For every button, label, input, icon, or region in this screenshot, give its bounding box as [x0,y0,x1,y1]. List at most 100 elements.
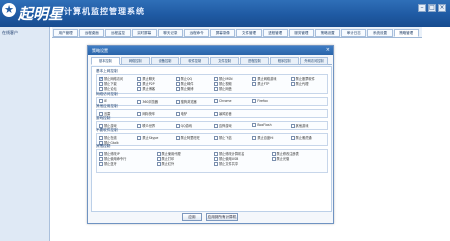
checkbox[interactable] [252,99,257,103]
sidebar-item-online[interactable]: 在线客户 [2,30,18,36]
checkbox[interactable] [137,123,142,128]
checkbox[interactable] [99,151,103,156]
dialog-tab-2[interactable]: 设备控制 [150,57,180,65]
tab-3[interactable]: 实时屏幕 [131,29,157,37]
checkbox-option[interactable]: 禁止网盘 [214,86,232,91]
tab-7[interactable]: 文件管理 [236,29,262,37]
checkbox[interactable] [99,156,103,161]
checkbox[interactable] [214,151,218,156]
apply-button[interactable]: 应用 [182,213,202,221]
checkbox-option[interactable]: 禁止博客 [137,86,155,91]
checkbox-option[interactable]: 联众世界 [137,123,155,128]
checkbox-option[interactable]: 禁止红外 [156,161,174,166]
checkbox[interactable] [99,99,103,103]
checkbox[interactable] [99,123,103,128]
checkbox[interactable] [214,81,218,86]
checkbox-option[interactable]: 暴风影音 [214,111,232,116]
checkbox[interactable] [214,111,218,116]
tab-10[interactable]: 策略设置 [315,29,341,37]
apply-all-button[interactable]: 应用到所有计算机 [206,213,238,221]
dialog-tab-7[interactable]: 外网访问控制 [299,57,329,65]
checkbox[interactable] [214,76,218,81]
dialog-tab-6[interactable]: 程序控制 [269,57,299,65]
checkbox-option[interactable]: IE [99,99,107,103]
checkbox[interactable] [99,111,103,116]
checkbox[interactable] [214,161,218,166]
checkbox-option[interactable]: 网际快车 [137,111,155,116]
tab-9[interactable]: 服务管理 [288,29,314,37]
checkbox[interactable] [214,99,218,103]
checkbox[interactable] [137,135,142,140]
checkbox[interactable] [290,123,295,128]
checkbox[interactable] [175,76,180,81]
checkbox[interactable] [252,135,257,140]
checkbox-option[interactable]: 禁止微博 [175,86,193,91]
checkbox[interactable] [214,123,218,128]
checkbox-option[interactable]: 禁止论坛 [99,86,117,91]
checkbox[interactable] [99,135,103,140]
checkbox[interactable] [137,111,142,116]
checkbox[interactable] [214,135,218,140]
dialog-tab-0[interactable]: 基本控制 [91,57,120,65]
dialog-tab-5[interactable]: 进程控制 [240,57,269,65]
checkbox-option[interactable]: BoxFlash [252,123,272,127]
checkbox[interactable] [290,81,295,86]
dialog-tab-3[interactable]: 软件控制 [180,57,210,65]
tab-2[interactable]: 远程监控 [105,29,131,37]
checkbox[interactable] [99,161,103,166]
checkbox[interactable] [175,86,180,91]
close-icon[interactable]: × [438,4,446,12]
checkbox-option[interactable]: 禁止Skype [137,135,158,140]
checkbox-option[interactable]: 禁止代理 [290,81,308,86]
checkbox-option[interactable]: 禁止光驱 [271,156,289,161]
checkbox[interactable] [252,123,257,127]
checkbox[interactable] [137,99,142,104]
checkbox[interactable] [175,81,180,86]
tab-6[interactable]: 屏幕录像 [210,29,236,37]
checkbox[interactable] [271,156,276,161]
checkbox[interactable] [99,86,103,91]
dialog-tab-4[interactable]: 文件控制 [210,57,239,65]
checkbox-option[interactable]: 边锋游戏 [214,123,232,128]
tab-13[interactable]: 策略管理 [393,29,419,37]
tab-12[interactable]: 系统设置 [367,29,393,37]
checkbox[interactable] [290,135,295,140]
checkbox-option[interactable]: 搜狗浏览器 [175,99,197,104]
checkbox[interactable] [137,86,142,91]
checkbox-option[interactable]: 禁止文件共享 [214,161,238,166]
checkbox[interactable] [214,156,218,161]
tab-5[interactable]: 远程命令 [184,29,210,37]
checkbox-option[interactable]: 禁止雅虎通 [290,135,312,140]
tab-8[interactable]: 进程管理 [262,29,288,37]
checkbox[interactable] [137,76,142,81]
checkbox[interactable] [252,81,257,86]
checkbox-option[interactable]: 360浏览器 [137,99,158,104]
tab-0[interactable]: 用户管理 [53,29,79,37]
checkbox[interactable] [156,156,161,161]
checkbox-option[interactable]: Chrome [214,99,232,103]
tab-1[interactable]: 远程桌面 [79,29,105,37]
checkbox[interactable] [156,161,161,166]
checkbox[interactable] [156,151,161,156]
checkbox[interactable] [175,135,180,140]
checkbox[interactable] [175,111,180,116]
checkbox[interactable] [175,99,180,104]
tab-11[interactable]: 审计日志 [341,29,367,37]
checkbox-option[interactable]: 电驴 [175,111,187,116]
checkbox-option[interactable]: 禁止阿里旺旺 [175,135,200,140]
checkbox-option[interactable]: 其他游戏 [290,123,308,128]
checkbox[interactable] [99,81,103,86]
dialog-close-icon[interactable]: × [326,47,330,54]
checkbox[interactable] [175,123,180,128]
checkbox-option[interactable]: Firefox [252,99,268,103]
checkbox-option[interactable]: QQ游戏 [175,123,192,128]
checkbox[interactable] [290,76,295,81]
checkbox[interactable] [271,151,276,156]
checkbox[interactable] [214,86,218,91]
checkbox-option[interactable]: 禁止FTP [252,81,269,86]
dialog-tab-1[interactable]: 网络控制 [120,57,150,65]
checkbox-option[interactable]: 禁止蓝牙 [99,161,117,166]
tab-4[interactable]: 聊天记录 [157,29,183,37]
checkbox[interactable] [137,81,142,86]
checkbox-option[interactable]: 禁止百度Hi [252,135,273,140]
